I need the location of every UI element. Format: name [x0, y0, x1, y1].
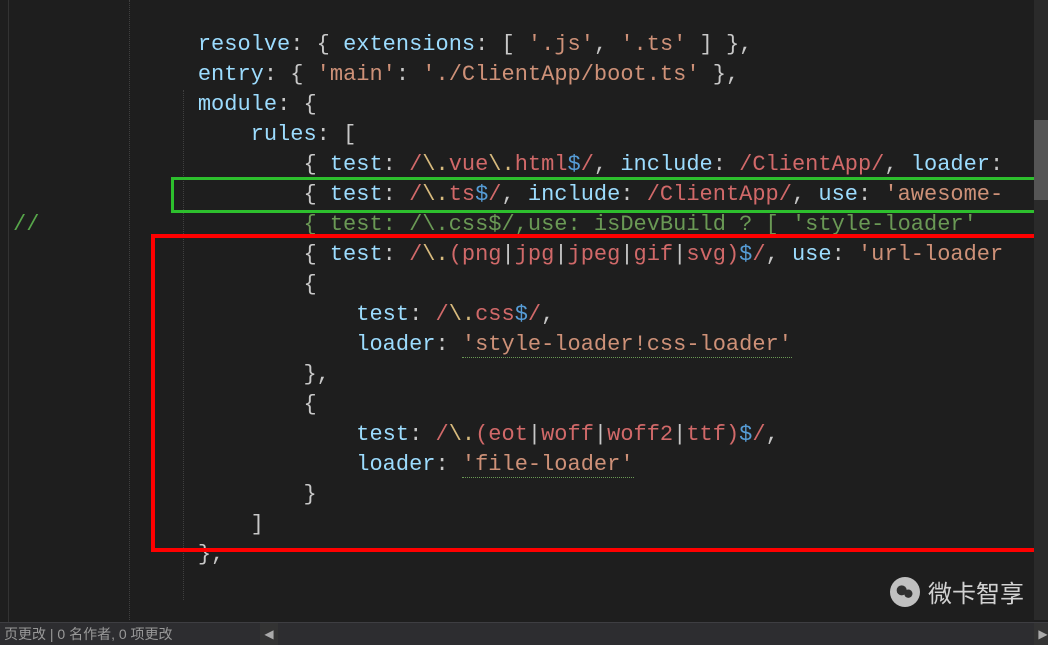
wechat-icon [890, 577, 920, 607]
code-area[interactable]: resolve: { extensions: [ '.js', '.ts' ] … [13, 0, 1048, 645]
code-line: rules: [ [13, 90, 1048, 120]
scrollbar-thumb[interactable] [1034, 120, 1048, 200]
code-line: } [13, 450, 1048, 480]
code-line: { test: /\.vue\.html$/, include: /Client… [13, 120, 1048, 150]
status-text: 页更改 | 0 名作者, 0 项更改 [4, 623, 173, 645]
code-editor[interactable]: resolve: { extensions: [ '.js', '.ts' ] … [0, 0, 1048, 645]
code-line: test: /\.(eot|woff|woff2|ttf)$/, [13, 390, 1048, 420]
code-line: }, [13, 510, 1048, 540]
code-line-commented: // { test: /\.css$/,use: isDevBuild ? [ … [13, 180, 1048, 210]
chevron-right-icon: ▶ [1038, 623, 1047, 645]
chevron-left-icon: ◀ [264, 623, 273, 645]
code-line: resolve: { extensions: [ '.js', '.ts' ] … [13, 0, 1048, 30]
code-line: module: { [13, 60, 1048, 90]
code-line: }, [13, 330, 1048, 360]
code-line: loader: 'style-loader!css-loader' [13, 300, 1048, 330]
code-line: test: /\.css$/, [13, 270, 1048, 300]
watermark-text: 微卡智享 [928, 574, 1024, 609]
hscroll-right-button[interactable]: ▶ [1034, 623, 1048, 645]
code-line: { test: /\.(png|jpg|jpeg|gif|svg)$/, use… [13, 210, 1048, 240]
hscroll-left-button[interactable]: ◀ [260, 623, 278, 645]
code-line: entry: { 'main': './ClientApp/boot.ts' }… [13, 30, 1048, 60]
code-line: loader: 'file-loader' [13, 420, 1048, 450]
line-gutter [0, 0, 9, 645]
code-line: { [13, 240, 1048, 270]
watermark: 微卡智享 [890, 574, 1024, 609]
code-line: { [13, 360, 1048, 390]
code-line: ] [13, 480, 1048, 510]
status-bar: 页更改 | 0 名作者, 0 项更改 ◀ ▶ [0, 622, 1048, 645]
vertical-scrollbar[interactable] [1034, 0, 1048, 620]
code-line: { test: /\.ts$/, include: /ClientApp/, u… [13, 150, 1048, 180]
